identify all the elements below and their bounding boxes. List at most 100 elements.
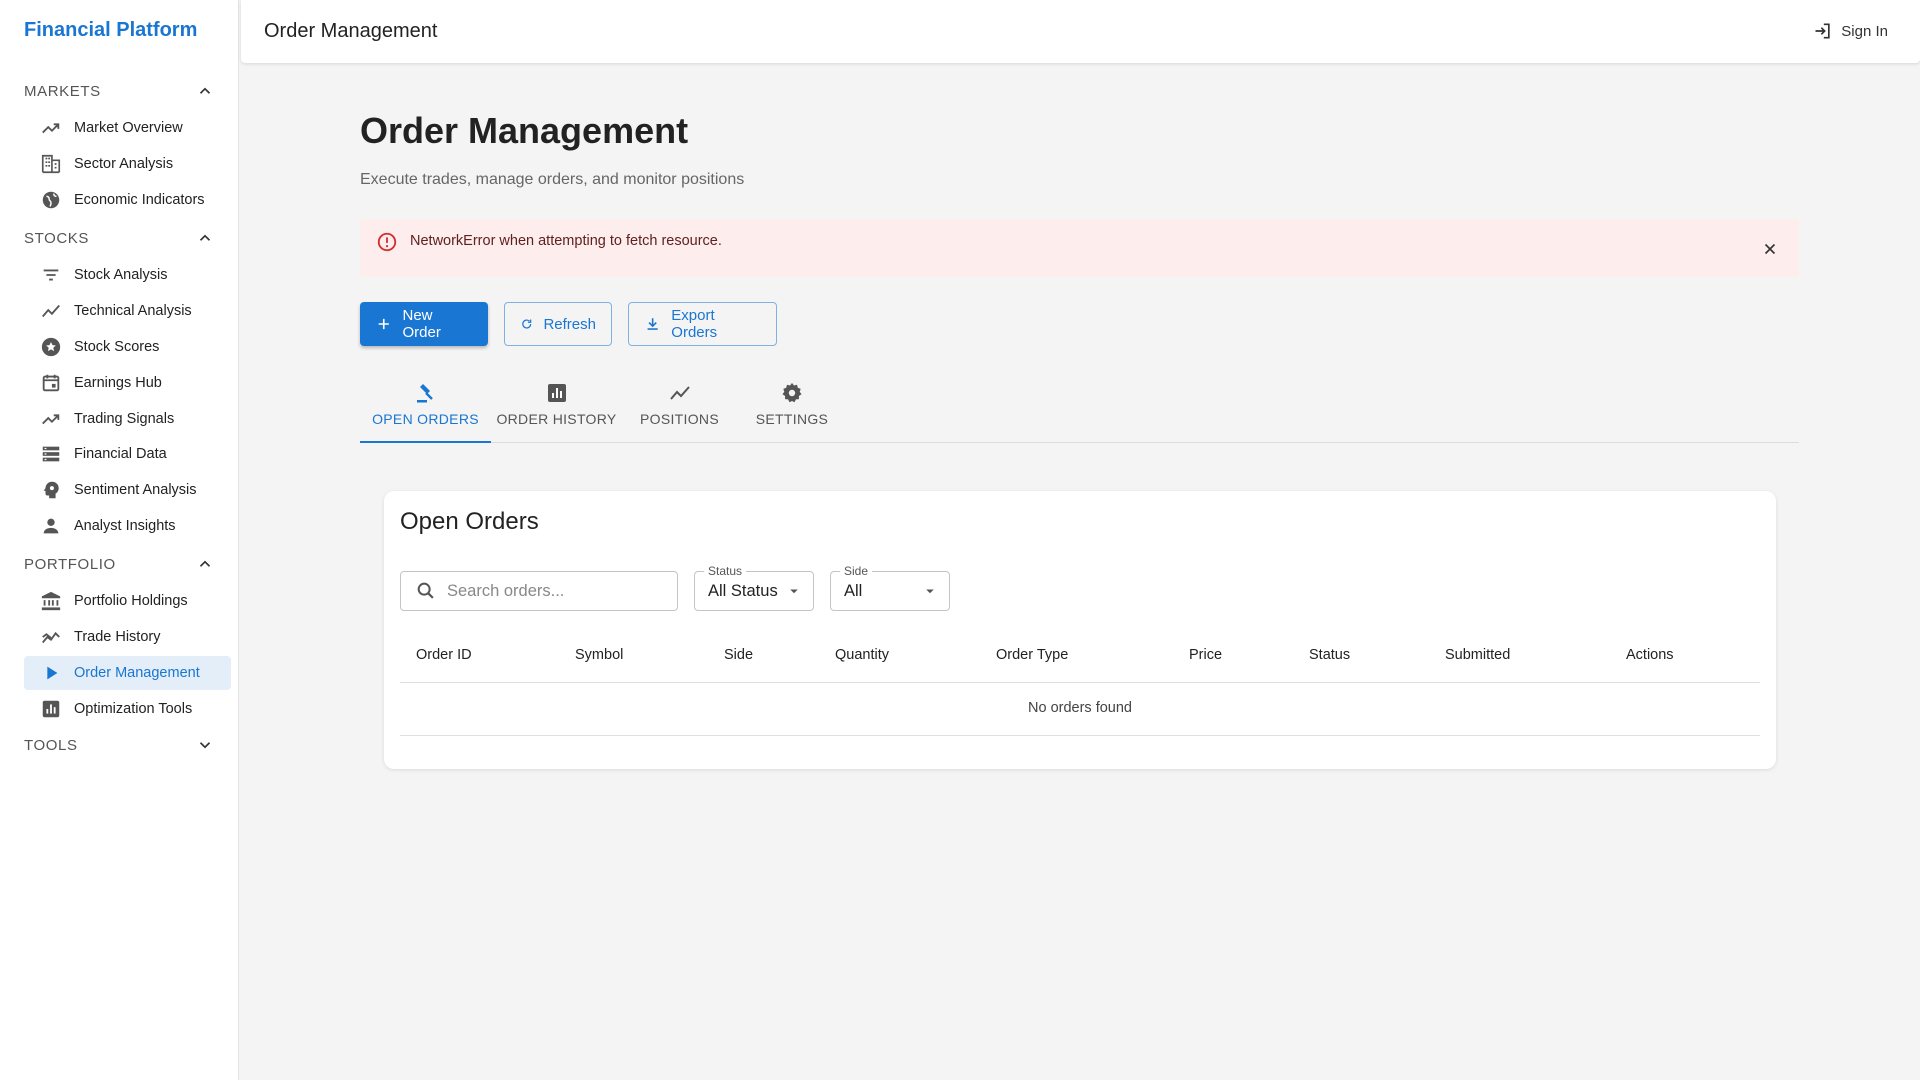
close-icon[interactable] (1761, 240, 1779, 258)
filter-list-icon (43, 269, 59, 281)
tab-settings[interactable]: SETTINGS (737, 375, 847, 443)
arrow-drop-down-icon (926, 589, 934, 594)
sidebar-item-economic-indicators[interactable]: Economic Indicators (24, 183, 231, 217)
new-order-button[interactable]: New Order (360, 302, 488, 346)
person-icon (43, 518, 59, 534)
sidebar-item-label: Trade History (74, 629, 161, 645)
error-outline-icon (377, 232, 397, 252)
tab-label: POSITIONS (640, 411, 719, 427)
section-portfolio[interactable]: PORTFOLIO (24, 549, 214, 579)
sidebar-item-financial-data[interactable]: Financial Data (24, 437, 231, 471)
tab-positions[interactable]: POSITIONS (622, 375, 737, 443)
status-select[interactable]: Status All Status (694, 564, 814, 611)
side-select-value: All (844, 582, 863, 600)
empty-state-message: No orders found (1028, 700, 1132, 716)
chevron-down-icon (199, 742, 211, 749)
sidebar-item-sentiment-analysis[interactable]: Sentiment Analysis (24, 473, 231, 507)
chevron-up-icon (199, 87, 211, 94)
table-empty-row: No orders found (400, 683, 1760, 736)
sidebar-item-sector-analysis[interactable]: Sector Analysis (24, 147, 231, 181)
multiline-chart-icon (42, 631, 60, 644)
side-select[interactable]: Side All (830, 564, 950, 611)
play-arrow-icon (47, 666, 58, 680)
section-stocks-label: STOCKS (24, 229, 90, 247)
tab-label: ORDER HISTORY (496, 411, 617, 427)
error-alert: NetworkError when attempting to fetch re… (360, 219, 1799, 277)
sidebar-item-label: Technical Analysis (74, 303, 192, 319)
sidebar-item-label: Earnings Hub (74, 375, 162, 391)
refresh-button[interactable]: Refresh (504, 302, 612, 346)
page-title: Order Management (360, 110, 689, 151)
search-input[interactable] (447, 581, 667, 601)
sidebar-item-analyst-insights[interactable]: Analyst Insights (24, 509, 231, 543)
column-header-quantity[interactable]: Quantity (835, 647, 889, 663)
sidebar-item-market-overview[interactable]: Market Overview (24, 111, 231, 145)
sidebar: Financial Platform MARKETS Market Overvi… (0, 0, 239, 1080)
tab-label: SETTINGS (755, 411, 829, 427)
sidebar-item-label: Market Overview (74, 120, 183, 136)
page-subtitle: Execute trades, manage orders, and monit… (360, 171, 745, 188)
sidebar-item-trade-history[interactable]: Trade History (24, 620, 231, 654)
trending-up-icon (42, 414, 60, 425)
sidebar-item-label: Financial Data (74, 446, 167, 462)
tab-order-history[interactable]: ORDER HISTORY (491, 375, 622, 443)
arrow-drop-down-icon (790, 589, 798, 594)
sidebar-item-optimization-tools[interactable]: Optimization Tools (24, 692, 231, 726)
sidebar-item-label: Sector Analysis (74, 156, 174, 172)
download-icon (647, 318, 658, 330)
sidebar-item-label: Economic Indicators (74, 192, 205, 208)
section-tools[interactable]: TOOLS (24, 730, 214, 760)
alert-message: NetworkError when attempting to fetch re… (410, 233, 722, 249)
globe-icon (42, 191, 60, 209)
export-orders-button[interactable]: Export Orders (628, 302, 777, 346)
sidebar-item-earnings-hub[interactable]: Earnings Hub (24, 366, 231, 400)
building-icon (41, 154, 61, 174)
sign-in-button[interactable]: Sign In (1813, 21, 1888, 41)
column-header-symbol[interactable]: Symbol (575, 647, 623, 663)
tab-bar: OPEN ORDERS ORDER HISTORY POSITIONS SETT… (360, 375, 1799, 443)
sidebar-item-trading-signals[interactable]: Trading Signals (24, 402, 231, 436)
assessment-icon (547, 384, 566, 402)
refresh-label: Refresh (543, 315, 596, 333)
tab-open-orders[interactable]: OPEN ORDERS (360, 375, 491, 443)
storage-icon (42, 446, 60, 462)
sidebar-item-stock-scores[interactable]: Stock Scores (24, 330, 231, 364)
top-app-bar: Order Management Sign In (241, 0, 1920, 63)
add-icon (378, 318, 389, 330)
sidebar-item-portfolio-holdings[interactable]: Portfolio Holdings (24, 584, 231, 618)
column-header-price[interactable]: Price (1189, 647, 1222, 663)
column-header-submitted[interactable]: Submitted (1445, 647, 1510, 663)
section-stocks[interactable]: STOCKS (24, 223, 214, 253)
column-header-status[interactable]: Status (1309, 647, 1350, 663)
new-order-label: New Order (402, 307, 441, 341)
sidebar-item-label: Stock Scores (74, 339, 160, 355)
column-header-side[interactable]: Side (724, 647, 753, 663)
show-chart-icon (42, 304, 60, 318)
brand-title[interactable]: Financial Platform (24, 19, 197, 42)
bank-icon (41, 591, 61, 611)
tab-label: OPEN ORDERS (372, 411, 479, 427)
column-header-order-id[interactable]: Order ID (416, 647, 472, 663)
topbar-title: Order Management (264, 20, 438, 42)
search-icon (417, 582, 434, 599)
sidebar-item-label: Portfolio Holdings (74, 593, 188, 609)
status-select-label: Status (704, 564, 747, 578)
sidebar-item-order-management[interactable]: Order Management (24, 656, 231, 690)
sign-in-label: Sign In (1841, 22, 1888, 40)
section-tools-label: TOOLS (24, 736, 78, 754)
section-markets[interactable]: MARKETS (24, 76, 214, 106)
section-portfolio-label: PORTFOLIO (24, 555, 116, 573)
sidebar-item-stock-analysis[interactable]: Stock Analysis (24, 258, 231, 292)
gavel-icon (416, 384, 433, 403)
column-header-order-type[interactable]: Order Type (996, 647, 1068, 663)
sidebar-item-label: Sentiment Analysis (74, 482, 197, 498)
calendar-icon (42, 374, 60, 392)
login-icon (1815, 23, 1830, 39)
search-field[interactable] (400, 571, 678, 611)
show-chart-icon (669, 386, 690, 400)
sidebar-item-label: Analyst Insights (74, 518, 176, 534)
sidebar-item-technical-analysis[interactable]: Technical Analysis (24, 294, 231, 328)
sidebar-item-label: Optimization Tools (74, 701, 193, 717)
status-select-value: All Status (708, 582, 778, 600)
refresh-icon (522, 319, 532, 329)
